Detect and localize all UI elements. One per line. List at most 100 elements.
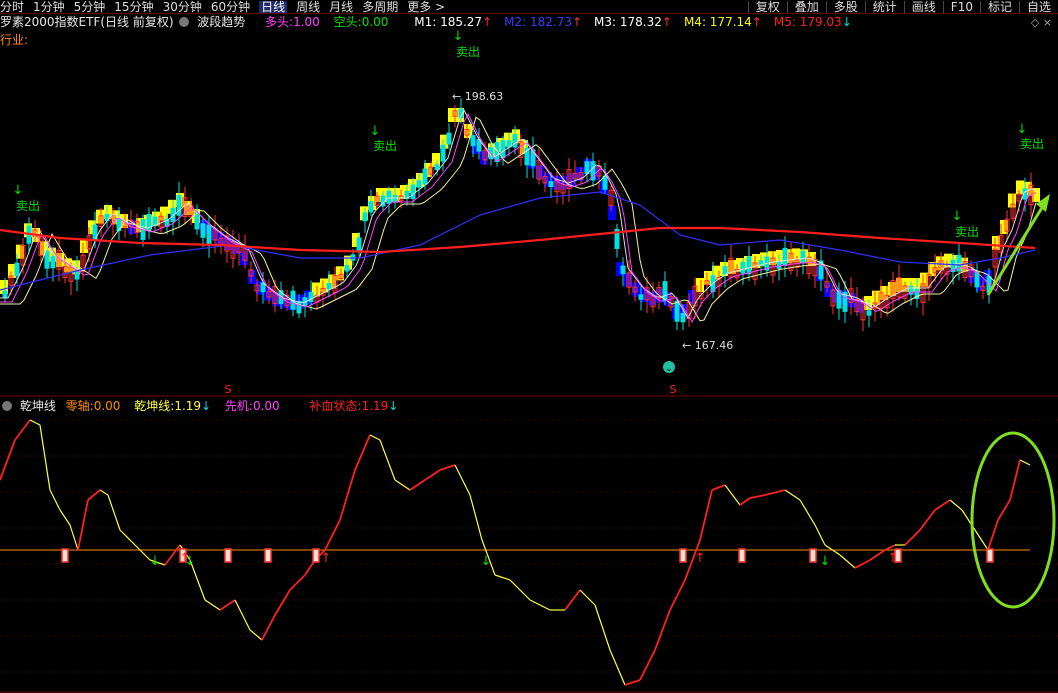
candle-body (116, 218, 122, 232)
candle-body (356, 237, 362, 253)
sub-settings-icon[interactable] (2, 401, 12, 411)
signal-bar (986, 548, 994, 563)
qiankun-segment (699, 489, 713, 541)
qiankun-segment (987, 519, 999, 551)
high-price-label: ← 198.63 (452, 90, 503, 103)
up-arrow-icon: ↑ (888, 551, 899, 566)
candle-body (584, 161, 590, 175)
qiankun-segment (724, 484, 741, 506)
candle-body (662, 281, 668, 301)
candle-body (440, 144, 446, 162)
qiankun-segment (219, 599, 236, 611)
candle-body (416, 180, 422, 188)
qiankun-segment (739, 497, 751, 506)
candle-body (14, 262, 20, 277)
qiankun-segment (87, 489, 101, 501)
qiankun-segment (949, 499, 963, 511)
s-marker: S (225, 383, 232, 396)
qiankun-segment (134, 544, 151, 561)
qiankun-segment (454, 464, 471, 496)
qiankun-segment (69, 524, 79, 551)
bx-value: 1.19 (361, 399, 389, 413)
candle-body (680, 313, 686, 323)
qiankun-segment (49, 489, 61, 511)
candle-body (512, 134, 518, 148)
qiankun-segment (77, 499, 89, 551)
signal-bar (61, 548, 69, 563)
qiankun-segment (29, 419, 41, 426)
candle-body (548, 181, 554, 188)
candle-body (362, 212, 368, 222)
qiankun-segment (59, 509, 71, 526)
bx-arrow: ↓ (388, 399, 399, 413)
down-arrow-icon: ↓ (150, 554, 161, 569)
signal-bar (679, 548, 687, 563)
candle-body (344, 265, 350, 272)
sell-arrow-icon: ↓ (952, 209, 963, 224)
kline-chart[interactable]: ↓卖出↓卖出↓卖出↓卖出↓卖出← 198.63← 167.46⌄S S ↓ ↓ ↓ ↓↑… (0, 0, 1058, 693)
candle-body (410, 184, 416, 200)
qiankun-segment (1019, 459, 1031, 466)
qiankun-segment (394, 479, 411, 491)
qiankun-segment (324, 519, 341, 551)
qiankun-segment (14, 419, 31, 441)
sub-name[interactable]: 乾坤线 (20, 399, 56, 413)
xj-label: 先机: (224, 399, 253, 413)
candle-body (800, 250, 806, 263)
down-arrow-icon: ↓ (820, 554, 831, 569)
candle-body (2, 290, 8, 299)
candle-body (722, 266, 728, 275)
signal-bar (312, 548, 320, 563)
candle-body (392, 194, 398, 203)
bx-label: 补血状态: (309, 399, 362, 413)
qiankun-segment (594, 604, 611, 651)
qiankun-segment (529, 599, 551, 611)
candle-body (44, 250, 50, 269)
qk-arrow: ↓ (201, 399, 212, 413)
qiankun-segment (339, 469, 356, 521)
qiankun-segment (274, 589, 291, 616)
qiankun-segment (749, 494, 766, 499)
candle-body (470, 135, 476, 147)
qiankun-segment (854, 559, 871, 569)
candle-body (206, 224, 212, 245)
xj-value: 0.00 (252, 399, 280, 413)
qiankun-segment (39, 424, 51, 491)
zero-value: 0.00 (93, 399, 121, 413)
qiankun-segment (1009, 459, 1021, 501)
sell-label: 卖出 (16, 199, 40, 213)
chevron-down-icon: ⌄ (665, 364, 673, 374)
qiankun-segment (249, 629, 263, 641)
candle-body (50, 256, 56, 269)
zero-label: 零轴: (65, 399, 94, 413)
sell-arrow-icon: ↓ (1017, 122, 1028, 137)
qiankun-segment (261, 614, 276, 641)
down-arrow-icon: ↓ (481, 554, 492, 569)
candle-body (638, 294, 644, 300)
qiankun-segment (99, 489, 109, 496)
qiankun-segment (974, 529, 989, 551)
qiankun-segment (654, 609, 671, 651)
trend-band-block (608, 206, 616, 220)
qiankun-segment (509, 579, 531, 601)
candle-body (434, 164, 440, 171)
up-arrow-icon: ↑ (695, 551, 706, 566)
qiankun-segment (234, 599, 251, 631)
candle-body (422, 168, 428, 185)
sub-legend: 乾坤线 零轴:0.00 乾坤线:1.19↓ 先机:0.00 补血状态:1.19↓ (0, 399, 398, 413)
qiankun-segment (639, 649, 656, 681)
qiankun-segment (469, 494, 483, 541)
candle-body (782, 247, 788, 266)
qiankun-segment (379, 439, 396, 481)
qiankun-segment (919, 509, 936, 531)
sell-label: 卖出 (955, 225, 979, 239)
up-arrow-icon: ↑ (321, 551, 332, 566)
highlight-ellipse (970, 431, 1056, 609)
qiankun-segment (711, 484, 726, 491)
candle-body (368, 201, 374, 213)
qk-value: 1.19 (174, 399, 202, 413)
candle-body (296, 300, 302, 314)
candle-body (200, 223, 206, 238)
candle-body (674, 300, 680, 322)
candle-body (746, 256, 752, 275)
